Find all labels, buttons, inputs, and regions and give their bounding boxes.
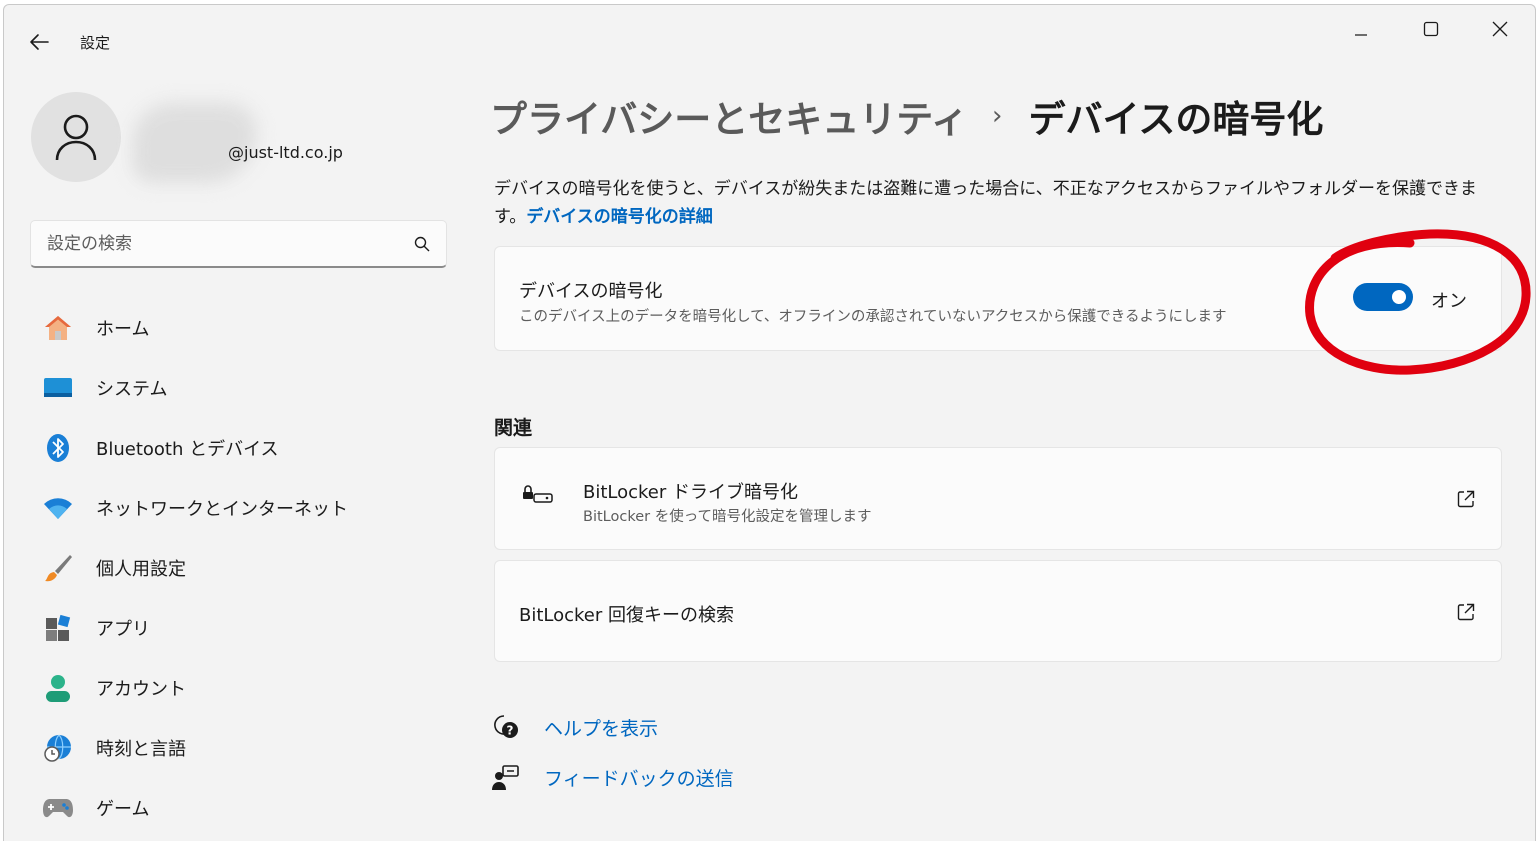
settings-window: 設定 @just-ltd.co.jp ホーム システム — [3, 4, 1536, 841]
bitlocker-card[interactable]: BitLocker ドライブ暗号化 BitLocker を使って暗号化設定を管理… — [494, 447, 1502, 550]
sidebar-item-gaming[interactable]: ゲーム — [30, 784, 447, 832]
recovery-key-card[interactable]: BitLocker 回復キーの検索 — [494, 560, 1502, 662]
avatar[interactable] — [31, 92, 121, 182]
sidebar-item-label: 個人用設定 — [96, 559, 186, 580]
page-title: デバイスの暗号化 — [1028, 98, 1324, 141]
drive-lock-icon — [523, 485, 553, 503]
back-button[interactable] — [22, 25, 56, 59]
get-help-link[interactable]: ? ヘルプを表示 — [492, 713, 658, 741]
home-icon — [42, 312, 74, 344]
app-title: 設定 — [80, 34, 111, 52]
open-external-icon — [1457, 490, 1475, 508]
person-icon — [55, 114, 97, 161]
account-icon — [42, 672, 74, 704]
minimize-button[interactable] — [1338, 13, 1384, 45]
sidebar-item-system[interactable]: システム — [30, 364, 447, 412]
bitlocker-subtitle: BitLocker を使って暗号化設定を管理します — [583, 509, 872, 525]
brush-icon — [42, 552, 74, 584]
related-section-title: 関連 — [494, 417, 533, 439]
breadcrumb: プライバシーとセキュリティ › デバイスの暗号化 — [490, 89, 1323, 143]
feedback-link[interactable]: フィードバックの送信 — [492, 763, 734, 791]
toggle-state-label: オン — [1431, 291, 1467, 312]
open-external-icon — [1457, 603, 1475, 621]
bitlocker-title: BitLocker ドライブ暗号化 — [583, 482, 799, 503]
bluetooth-icon — [42, 432, 74, 464]
encryption-subtitle: このデバイス上のデータを暗号化して、オフラインの承認されていないアクセスから保護… — [519, 309, 1227, 325]
sidebar-item-label: ネットワークとインターネット — [96, 499, 348, 520]
title-bar: 設定 — [4, 5, 1535, 75]
close-icon — [1492, 21, 1508, 37]
sidebar-item-home[interactable]: ホーム — [30, 304, 447, 352]
profile-email: @just-ltd.co.jp — [228, 143, 343, 162]
sidebar-item-network[interactable]: ネットワークとインターネット — [30, 484, 447, 532]
page-description: デバイスの暗号化を使うと、デバイスが紛失または盗難に遭った場合に、不正なアクセス… — [494, 175, 1502, 231]
search-input[interactable] — [47, 231, 397, 257]
sidebar-item-time-language[interactable]: 時刻と言語 — [30, 724, 447, 772]
breadcrumb-separator: › — [992, 101, 1003, 131]
maximize-icon — [1423, 21, 1439, 37]
sidebar-item-label: アカウント — [96, 679, 186, 700]
sidebar-item-bluetooth[interactable]: Bluetooth とデバイス — [30, 424, 447, 472]
sidebar-item-label: ホーム — [96, 319, 150, 340]
encryption-toggle[interactable] — [1353, 283, 1413, 311]
close-button[interactable] — [1477, 13, 1523, 45]
sidebar-item-apps[interactable]: アプリ — [30, 604, 447, 652]
sidebar-item-label: ゲーム — [96, 799, 150, 820]
toggle-knob — [1392, 290, 1406, 304]
sidebar-item-label: アプリ — [96, 619, 150, 640]
svg-text:?: ? — [507, 724, 514, 738]
feedback-label: フィードバックの送信 — [544, 767, 734, 790]
help-icon: ? — [494, 715, 518, 738]
system-icon — [42, 372, 74, 404]
sidebar-item-personalization[interactable]: 個人用設定 — [30, 544, 447, 592]
sidebar-item-label: 時刻と言語 — [96, 739, 186, 760]
learn-more-link[interactable]: デバイスの暗号化の詳細 — [526, 207, 713, 227]
breadcrumb-parent[interactable]: プライバシーとセキュリティ — [490, 89, 968, 143]
recovery-key-title: BitLocker 回復キーの検索 — [519, 605, 735, 626]
search-icon[interactable] — [414, 236, 430, 252]
apps-icon — [42, 612, 74, 644]
search-box[interactable] — [30, 220, 447, 268]
minimize-icon — [1355, 34, 1367, 36]
wifi-icon — [42, 492, 74, 524]
device-encryption-card: デバイスの暗号化 このデバイス上のデータを暗号化して、オフラインの承認されていな… — [494, 246, 1502, 351]
sidebar-item-label: Bluetooth とデバイス — [96, 439, 279, 460]
back-arrow-icon — [30, 34, 49, 50]
feedback-icon — [492, 765, 519, 790]
sidebar-item-accounts[interactable]: アカウント — [30, 664, 447, 712]
sidebar-item-label: システム — [96, 379, 168, 400]
gamepad-icon — [42, 792, 74, 824]
get-help-label: ヘルプを表示 — [544, 717, 659, 740]
maximize-button[interactable] — [1408, 13, 1454, 45]
encryption-title: デバイスの暗号化 — [519, 281, 663, 302]
time-language-icon — [42, 732, 74, 764]
